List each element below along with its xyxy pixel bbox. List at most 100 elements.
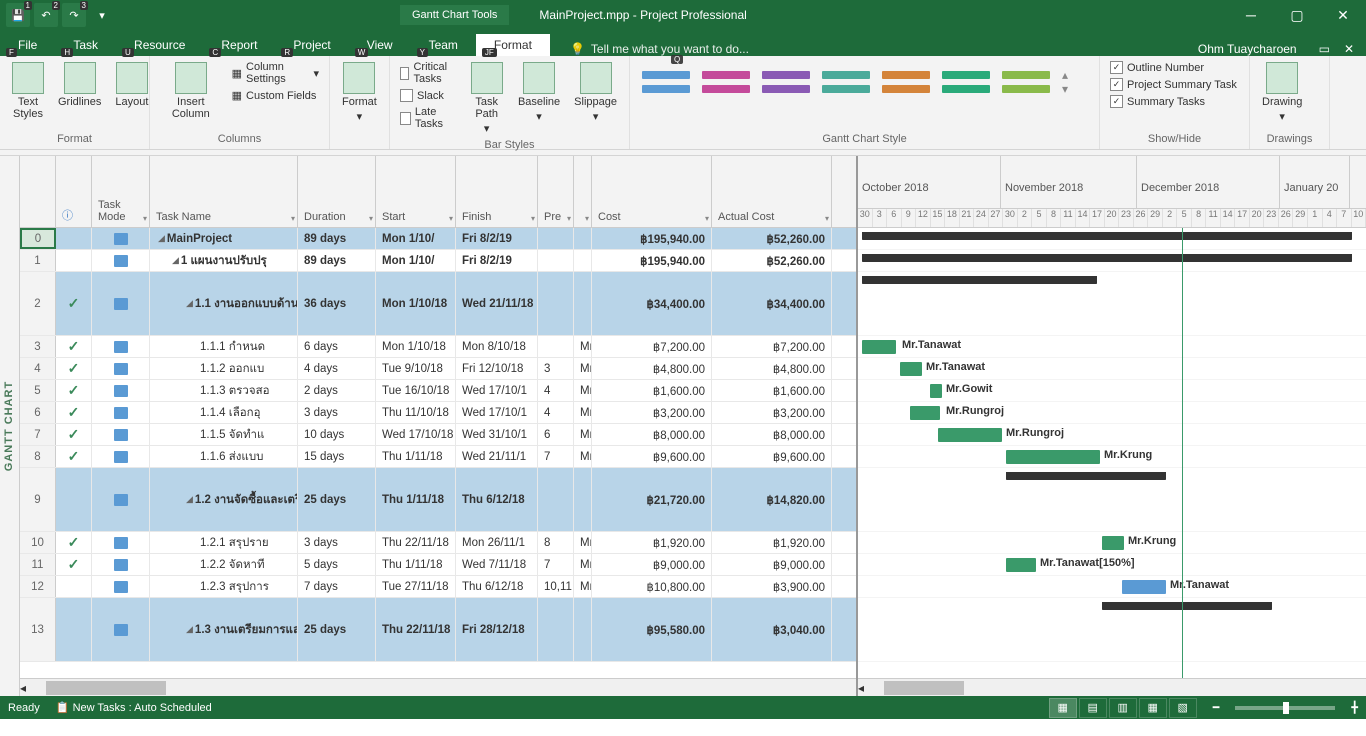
gantt-bar[interactable] xyxy=(938,428,1002,442)
close-button[interactable]: ✕ xyxy=(1320,0,1366,30)
col-predecessors[interactable]: Pre▾ xyxy=(538,156,574,227)
gantt-bar[interactable] xyxy=(1006,558,1036,572)
gridlines-button[interactable]: Gridlines xyxy=(54,60,105,110)
custom-fields-button[interactable]: ▦ Custom Fields xyxy=(230,88,321,103)
gantt-bar[interactable] xyxy=(862,340,896,354)
gantt-bar-label: Mr.Krung xyxy=(1128,535,1176,547)
gantt-day-header: 11 xyxy=(1061,209,1076,227)
slippage-button[interactable]: Slippage ▾ xyxy=(570,60,621,125)
col-duration[interactable]: Duration▾ xyxy=(298,156,376,227)
tab-team[interactable]: TeamY xyxy=(411,34,476,56)
view-report-button[interactable]: ▧ xyxy=(1169,698,1197,718)
grid-scrollbar-h[interactable]: ◂ xyxy=(20,678,856,696)
work-area: GANTT CHART ⓘ Task Mode▾ Task Name▾ Dura… xyxy=(0,156,1366,696)
table-row[interactable]: 7✓1.1.5 จัดทำแ10 daysWed 17/10/18Wed 31/… xyxy=(20,424,856,446)
gantt-bar[interactable] xyxy=(862,254,1352,262)
col-task-mode[interactable]: Task Mode▾ xyxy=(92,156,150,227)
group-columns-label: Columns xyxy=(158,131,321,145)
view-gantt-button[interactable]: ▦ xyxy=(1049,698,1077,718)
gantt-bar[interactable] xyxy=(1122,580,1166,594)
gantt-day-header: 18 xyxy=(945,209,960,227)
column-settings-button[interactable]: ▦ Column Settings ▾ xyxy=(230,60,321,86)
gantt-style-gallery[interactable]: ▴▾ xyxy=(638,60,1072,104)
gantt-bar[interactable] xyxy=(900,362,922,376)
gantt-day-header: 29 xyxy=(1148,209,1163,227)
baseline-button[interactable]: Baseline ▾ xyxy=(514,60,564,125)
tell-me-search[interactable]: 💡 Tell me what you want to do... Q xyxy=(570,42,767,56)
gantt-day-header: 14 xyxy=(1076,209,1091,227)
user-name[interactable]: Ohm Tuaycharoen xyxy=(1198,42,1297,56)
gantt-bar[interactable] xyxy=(862,276,1097,284)
qat-redo-button[interactable]: ↷3 xyxy=(62,3,86,27)
tab-resource[interactable]: ResourceU xyxy=(116,34,203,56)
view-team-planner-button[interactable]: ▥ xyxy=(1109,698,1137,718)
text-styles-button[interactable]: Text Styles xyxy=(8,60,48,122)
critical-tasks-checkbox[interactable]: Critical Tasks xyxy=(398,60,459,86)
gantt-bar[interactable] xyxy=(1006,472,1166,480)
table-row[interactable]: 4✓1.1.2 ออกแบ4 daysTue 9/10/18Fri 12/10/… xyxy=(20,358,856,380)
col-start[interactable]: Start▾ xyxy=(376,156,456,227)
table-row[interactable]: 11✓1.2.2 จัดหาที5 daysThu 1/11/18Wed 7/1… xyxy=(20,554,856,576)
gantt-bar[interactable] xyxy=(1006,450,1100,464)
tab-project[interactable]: ProjectR xyxy=(275,34,348,56)
qat-more-button[interactable]: ▾ xyxy=(90,3,114,27)
table-row[interactable]: 3✓1.1.1 กำหนด6 daysMon 1/10/18Mon 8/10/1… xyxy=(20,336,856,358)
tab-format[interactable]: FormatJF xyxy=(476,34,550,56)
zoom-in-button[interactable]: ╋ xyxy=(1351,701,1358,714)
gantt-bar-label: Mr.Tanawat xyxy=(902,339,961,351)
table-row[interactable]: 9◢1.2 งานจัดซื้อและเตรียม25 daysThu 1/11… xyxy=(20,468,856,532)
col-cost[interactable]: Cost▾ xyxy=(592,156,712,227)
gantt-bar[interactable] xyxy=(930,384,942,398)
table-row[interactable]: 121.2.3 สรุปการ7 daysTue 27/11/18Thu 6/1… xyxy=(20,576,856,598)
gantt-day-header: 24 xyxy=(974,209,989,227)
gantt-day-header: 23 xyxy=(1264,209,1279,227)
ribbon-display-button[interactable]: ▭ xyxy=(1319,42,1330,56)
table-row[interactable]: 13◢1.3 งานเตรียมการและประชุมเพื่อ25 days… xyxy=(20,598,856,662)
gantt-chart-side-label: GANTT CHART xyxy=(0,156,20,696)
late-tasks-checkbox[interactable]: Late Tasks xyxy=(398,105,459,131)
tab-task[interactable]: TaskH xyxy=(55,34,116,56)
col-finish[interactable]: Finish▾ xyxy=(456,156,538,227)
tab-view[interactable]: ViewW xyxy=(349,34,411,56)
collapse-ribbon-button[interactable]: ✕ xyxy=(1344,42,1354,56)
col-indicators[interactable]: ⓘ xyxy=(56,156,92,227)
outline-number-checkbox[interactable]: ✓Outline Number xyxy=(1108,60,1239,75)
slack-checkbox[interactable]: Slack xyxy=(398,88,459,103)
gantt-bar[interactable] xyxy=(910,406,940,420)
summary-tasks-checkbox[interactable]: ✓Summary Tasks xyxy=(1108,94,1239,109)
view-task-usage-button[interactable]: ▤ xyxy=(1079,698,1107,718)
table-row[interactable]: 6✓1.1.4 เลือกอุ3 daysThu 11/10/18Wed 17/… xyxy=(20,402,856,424)
zoom-slider[interactable] xyxy=(1235,706,1335,710)
qat-save-button[interactable]: 💾1 xyxy=(6,3,30,27)
gantt-scrollbar-h[interactable]: ◂ xyxy=(858,678,1366,696)
view-resource-sheet-button[interactable]: ▦ xyxy=(1139,698,1167,718)
task-path-button[interactable]: Task Path ▾ xyxy=(465,60,508,137)
layout-button[interactable]: Layout xyxy=(111,60,152,110)
gantt-day-header: 26 xyxy=(1279,209,1294,227)
format-button[interactable]: Format ▾ xyxy=(338,60,381,125)
today-line xyxy=(1182,228,1183,678)
gantt-day-header: 26 xyxy=(1134,209,1149,227)
table-row[interactable]: 5✓1.1.3 ตรวจสอ2 daysTue 16/10/18Wed 17/1… xyxy=(20,380,856,402)
gantt-bar[interactable] xyxy=(1102,536,1124,550)
table-row[interactable]: 8✓1.1.6 ส่งแบบ15 daysThu 1/11/18Wed 21/1… xyxy=(20,446,856,468)
maximize-button[interactable]: ▢ xyxy=(1274,0,1320,30)
qat-undo-button[interactable]: ↶2 xyxy=(34,3,58,27)
col-resources[interactable]: ▾ xyxy=(574,156,592,227)
table-row[interactable]: 0◢MainProject89 daysMon 1/10/Fri 8/2/19฿… xyxy=(20,228,856,250)
table-row[interactable]: 10✓1.2.1 สรุปราย3 daysThu 22/11/18Mon 26… xyxy=(20,532,856,554)
col-task-name[interactable]: Task Name▾ xyxy=(150,156,298,227)
gantt-day-header: 9 xyxy=(902,209,917,227)
gantt-bar[interactable] xyxy=(1102,602,1272,610)
tab-file[interactable]: FileF xyxy=(0,34,55,56)
insert-column-button[interactable]: Insert Column xyxy=(158,60,224,122)
drawing-button[interactable]: Drawing ▾ xyxy=(1258,60,1306,125)
tab-report[interactable]: ReportC xyxy=(203,34,275,56)
zoom-out-button[interactable]: ━ xyxy=(1213,701,1220,714)
project-summary-checkbox[interactable]: ✓Project Summary Task xyxy=(1108,77,1239,92)
col-actual-cost[interactable]: Actual Cost▾ xyxy=(712,156,832,227)
gantt-bar[interactable] xyxy=(862,232,1352,240)
minimize-button[interactable]: ─ xyxy=(1228,0,1274,30)
table-row[interactable]: 2✓◢1.1 งานออกแบบด้าน36 daysMon 1/10/18We… xyxy=(20,272,856,336)
table-row[interactable]: 1◢1 แผนงานปรับปรุ89 daysMon 1/10/Fri 8/2… xyxy=(20,250,856,272)
